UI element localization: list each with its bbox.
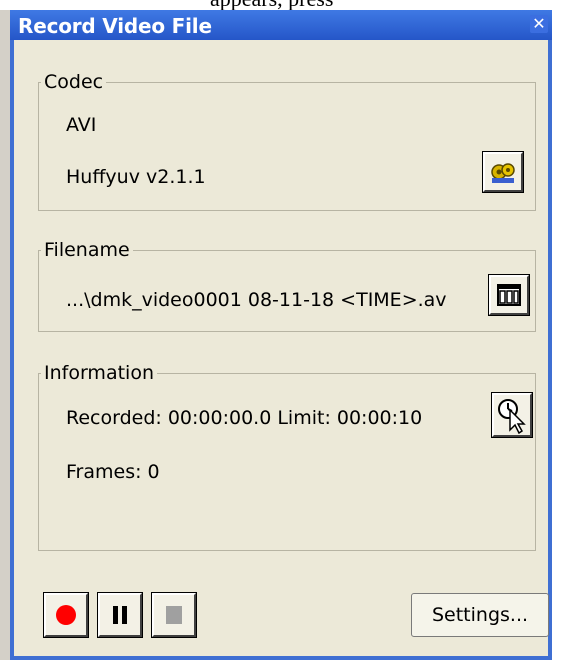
window-title: Record Video File: [18, 14, 212, 38]
film-icon: [497, 284, 521, 306]
time-limit-button[interactable]: [491, 392, 533, 438]
filename-browse-button[interactable]: [488, 274, 530, 316]
stop-button[interactable]: [151, 592, 197, 638]
codec-name: Huffyuv v2.1.1: [66, 166, 206, 188]
record-icon: [56, 605, 76, 625]
close-button[interactable]: ✕: [530, 15, 548, 33]
stop-icon: [166, 606, 182, 624]
record-video-dialog: Record Video File ✕ Codec AVI Huffyuv v2…: [10, 10, 552, 660]
information-group: Information: [38, 362, 536, 551]
settings-button[interactable]: Settings...: [411, 593, 549, 637]
pause-button[interactable]: [97, 592, 143, 638]
title-bar[interactable]: Record Video File ✕: [10, 10, 552, 40]
filename-group: Filename: [38, 239, 536, 332]
window-shadow: [0, 10, 10, 660]
codec-properties-button[interactable]: [482, 151, 524, 193]
clock-cursor-icon: [498, 399, 526, 434]
information-legend: Information: [44, 362, 154, 384]
pause-icon: [113, 606, 127, 624]
codec-legend: Codec: [44, 71, 104, 93]
gear-icon: [491, 163, 515, 183]
filename-legend: Filename: [44, 239, 130, 261]
record-button[interactable]: [43, 592, 89, 638]
frames-count: Frames: 0: [66, 461, 160, 483]
caption-text: appears, press: [210, 0, 333, 10]
codec-container: AVI: [66, 114, 97, 136]
recorded-status: Recorded: 00:00:00.0 Limit: 00:00:10: [66, 407, 423, 429]
close-icon: ✕: [532, 14, 546, 33]
codec-group: Codec: [38, 71, 536, 211]
document-caption-fragment: appears, press: [0, 0, 571, 10]
filename-value: ...\dmk_video0001 08-11-18 <TIME>.av: [66, 289, 447, 311]
